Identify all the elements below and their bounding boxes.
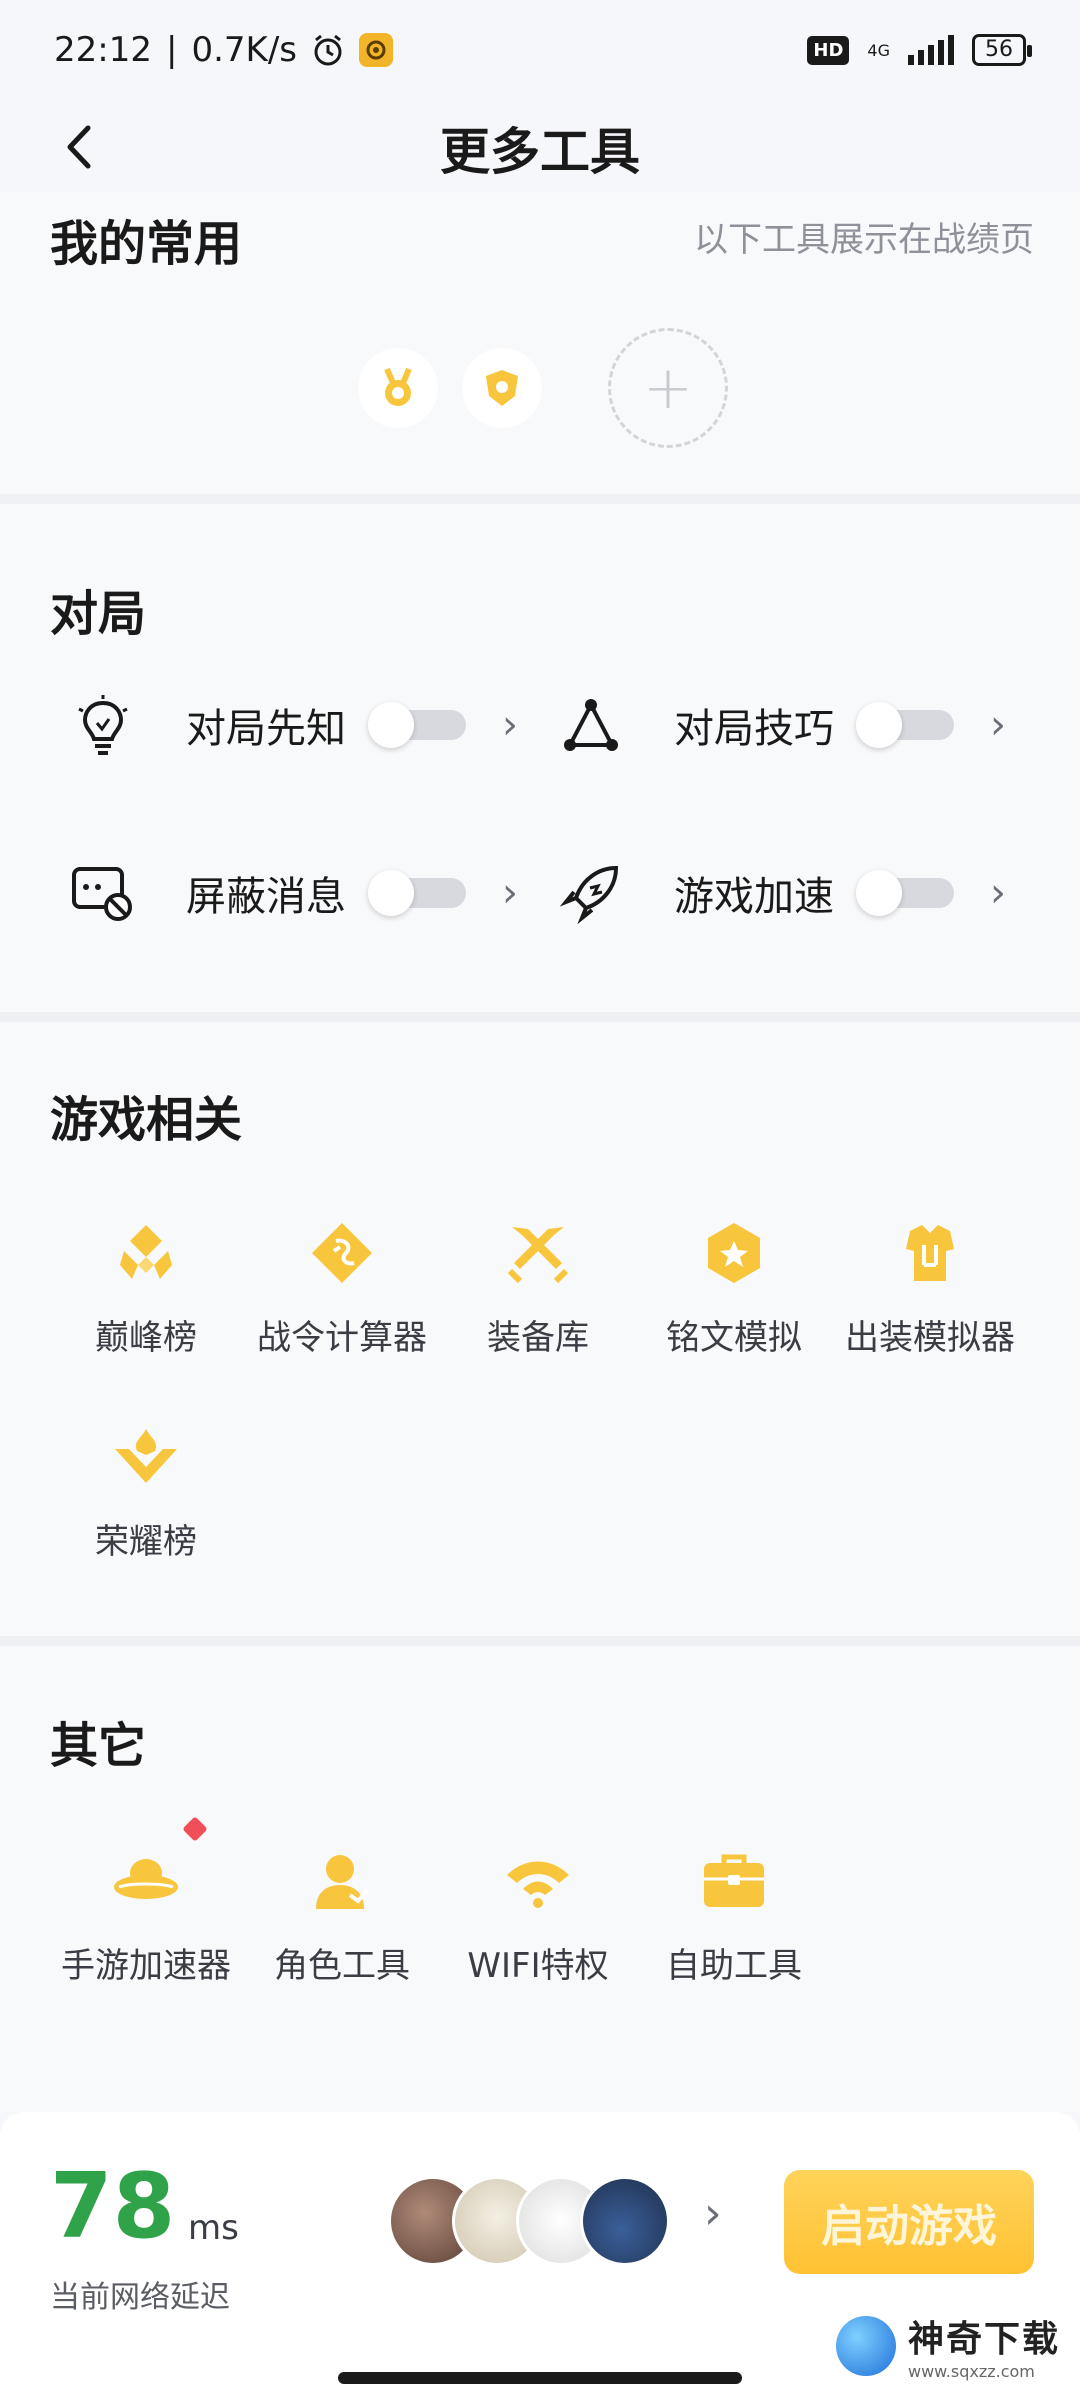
tool-label: 屏蔽消息 (186, 874, 346, 920)
grid-label: 荣耀榜 (95, 1522, 197, 1562)
tool-game-boost[interactable]: 游戏加速 › (556, 858, 1006, 928)
grid-label: 战令计算器 (257, 1318, 427, 1358)
grid-label: 角色工具 (274, 1946, 410, 1986)
other-section: 其它 手游加速器 角色工具 WIFI特权 自助工具 (0, 1646, 1080, 2112)
latency-label: 当前网络延迟 (50, 2280, 230, 2315)
peak-rank-icon (111, 1218, 181, 1288)
alarm-icon (314, 34, 342, 66)
latency-unit: ms (188, 2208, 239, 2248)
dragon-diamond-icon (307, 1218, 377, 1288)
tool-label: 游戏加速 (674, 874, 834, 920)
tool-match-tips[interactable]: 对局技巧 › (556, 690, 1006, 760)
grid-item-role-tool[interactable]: 角色工具 (242, 1846, 442, 1987)
tool-block-messages[interactable]: 屏蔽消息 › (68, 858, 518, 928)
crossed-swords-icon (503, 1218, 573, 1288)
watermark-url: www.sqxzz.com (907, 2362, 1035, 2381)
grid-label: 出装模拟器 (845, 1318, 1015, 1358)
avatar (580, 2176, 670, 2266)
watermark: 神奇下载 www.sqxzz.com (835, 2310, 1060, 2381)
status-time: 22:12 (54, 30, 152, 70)
chevron-right-icon[interactable]: › (990, 702, 1006, 748)
block-messages-toggle[interactable] (368, 870, 466, 916)
armor-icon (895, 1218, 965, 1288)
grid-label: 自助工具 (666, 1946, 802, 1986)
favorites-hint: 以下工具展示在战绩页 (694, 220, 1034, 260)
grid-label: WIFI特权 (467, 1946, 609, 1986)
watermark-title: 神奇下载 (907, 2319, 1060, 2360)
chevron-right-icon[interactable]: › (502, 870, 518, 916)
game-boost-toggle[interactable] (856, 870, 954, 916)
triangle-nodes-icon (556, 690, 626, 760)
grid-item-glory-rank[interactable]: 荣耀榜 (46, 1422, 246, 1563)
grid-label: 装备库 (487, 1318, 589, 1358)
lightbulb-icon (68, 690, 138, 760)
user-icon (307, 1846, 377, 1916)
chevron-right-icon[interactable]: › (502, 702, 518, 748)
grid-item-inscription-sim[interactable]: 铭文模拟 (634, 1218, 834, 1359)
toolbox-icon (699, 1846, 769, 1916)
grid-item-build-sim[interactable]: 出装模拟器 (830, 1218, 1030, 1359)
grid-item-wifi-privilege[interactable]: WIFI特权 (438, 1846, 638, 1987)
grid-item-mobile-accelerator[interactable]: 手游加速器 (46, 1846, 246, 1987)
favorites-section: 我的常用 以下工具展示在战绩页 + (0, 192, 1080, 494)
hexagon-star-icon (699, 1218, 769, 1288)
app-notification-icon (359, 33, 393, 67)
divider (0, 494, 1080, 504)
game-section: 游戏相关 巅峰榜 战令计算器 装备库 铭文模拟 出装模拟器 荣耀榜 (0, 1022, 1080, 1636)
battery-icon: 56 (972, 34, 1032, 66)
grid-label: 巅峰榜 (95, 1318, 197, 1358)
page-title: 更多工具 (440, 123, 640, 181)
grid-item-peak-rank[interactable]: 巅峰榜 (46, 1218, 246, 1359)
add-favorite-button[interactable]: + (608, 328, 728, 448)
grid-item-pass-calculator[interactable]: 战令计算器 (242, 1218, 442, 1359)
divider (0, 1012, 1080, 1022)
medal-icon[interactable] (358, 348, 438, 428)
ufo-icon (111, 1846, 181, 1916)
watermark-logo-icon (835, 2315, 896, 2376)
status-separator: | (165, 30, 178, 70)
match-section: 对局 对局先知 › 对局技巧 › 屏蔽消息 › 游戏加速 › (0, 504, 1080, 1012)
grid-item-equipment-library[interactable]: 装备库 (438, 1218, 638, 1359)
status-bar: 22:12 | 0.7K/s HD 4G 56 (0, 0, 1080, 100)
match-insight-toggle[interactable] (368, 702, 466, 748)
chevron-right-icon[interactable]: › (704, 2188, 722, 2239)
network-type: 4G (867, 40, 890, 60)
signal-icon (908, 35, 954, 65)
bottom-bar: 78 ms 当前网络延迟 › 启动游戏 神奇下载 www.sqxzz.com (0, 2112, 1080, 2400)
favorites-title: 我的常用 (50, 216, 243, 272)
block-message-icon (68, 858, 138, 928)
divider (0, 1636, 1080, 1646)
glory-crest-icon (111, 1422, 181, 1492)
friend-avatars[interactable] (388, 2176, 670, 2266)
latency-value: 78 (50, 2154, 176, 2259)
chevron-right-icon[interactable]: › (990, 870, 1006, 916)
status-speed: 0.7K/s (191, 30, 297, 70)
grid-label: 铭文模拟 (666, 1318, 802, 1358)
badge-shield-icon[interactable] (462, 348, 542, 428)
match-tips-toggle[interactable] (856, 702, 954, 748)
wifi-icon (503, 1846, 573, 1916)
header: 更多工具 (0, 100, 1080, 192)
other-title: 其它 (50, 1718, 147, 1774)
game-title: 游戏相关 (50, 1092, 243, 1148)
launch-game-button[interactable]: 启动游戏 (784, 2170, 1034, 2274)
tool-match-insight[interactable]: 对局先知 › (68, 690, 518, 760)
new-badge-dot (182, 1816, 208, 1842)
home-indicator[interactable] (338, 2372, 742, 2384)
grid-item-self-service[interactable]: 自助工具 (634, 1846, 834, 1987)
rocket-icon (556, 858, 626, 928)
match-title: 对局 (50, 586, 147, 642)
tool-label: 对局先知 (186, 706, 346, 752)
grid-label: 手游加速器 (61, 1946, 231, 1986)
tool-label: 对局技巧 (674, 706, 834, 752)
hd-badge: HD (807, 35, 850, 65)
